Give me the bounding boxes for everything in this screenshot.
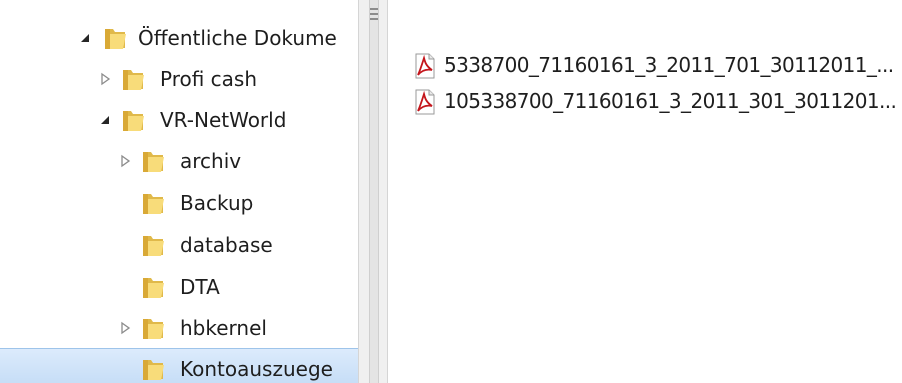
collapsed-arrow-icon[interactable] [118,321,132,335]
tree-item-label: archiv [180,149,242,173]
tree-item-label: Backup [180,191,254,215]
folder-icon [123,70,144,90]
file-list: 5338700_71160161_3_2011_701_30112011_...… [388,0,902,383]
navigation-tree: Öffentliche Dokume Profi cash VR-NetWorl… [0,0,358,383]
tree-item-label: Öffentliche Dokume [138,26,337,50]
tree-item-label: hbkernel [180,316,267,340]
pdf-icon [415,89,435,115]
expanded-arrow-icon[interactable] [78,31,92,45]
collapsed-arrow-icon[interactable] [98,72,112,86]
tree-item-label: Kontoauszuege [180,357,333,381]
folder-icon [143,319,164,339]
tree-item-database[interactable]: database [0,225,358,265]
tree-item-archiv[interactable]: archiv [0,141,358,181]
folder-icon [143,152,164,172]
file-item[interactable]: 5338700_71160161_3_2011_701_30112011_... [412,49,902,81]
tree-item-label: database [180,233,273,257]
file-name: 5338700_71160161_3_2011_701_30112011_... [444,53,894,77]
explorer-window: Öffentliche Dokume Profi cash VR-NetWorl… [0,0,902,383]
folder-icon [143,278,164,298]
tree-item-label: DTA [180,275,220,299]
tree-item-profi-cash[interactable]: Profi cash [0,59,358,99]
tree-item-dta[interactable]: DTA [0,267,358,307]
tree-item-hbkernel[interactable]: hbkernel [0,308,358,348]
tree-item-oeffentliche-dokumente[interactable]: Öffentliche Dokume [0,18,358,58]
folder-icon [105,29,126,49]
splitter-grip-icon[interactable] [370,8,378,23]
folder-icon [143,194,164,214]
tree-item-label: Profi cash [160,67,258,91]
tree-item-label: VR-NetWorld [160,108,287,132]
file-name: 105338700_71160161_3_2011_301_3011201... [444,89,897,113]
tree-item-vr-networld[interactable]: VR-NetWorld [0,100,358,140]
tree-item-kontoauszuege[interactable]: Kontoauszuege [0,348,358,383]
folder-icon [123,111,144,131]
pdf-icon [415,53,435,79]
collapsed-arrow-icon[interactable] [118,154,132,168]
pane-splitter[interactable] [358,0,388,383]
tree-item-backup[interactable]: Backup [0,183,358,223]
folder-icon [143,236,164,256]
folder-icon [143,360,164,380]
expanded-arrow-icon[interactable] [98,113,112,127]
splitter-track[interactable] [369,0,379,383]
file-item[interactable]: 105338700_71160161_3_2011_301_3011201... [412,85,902,117]
